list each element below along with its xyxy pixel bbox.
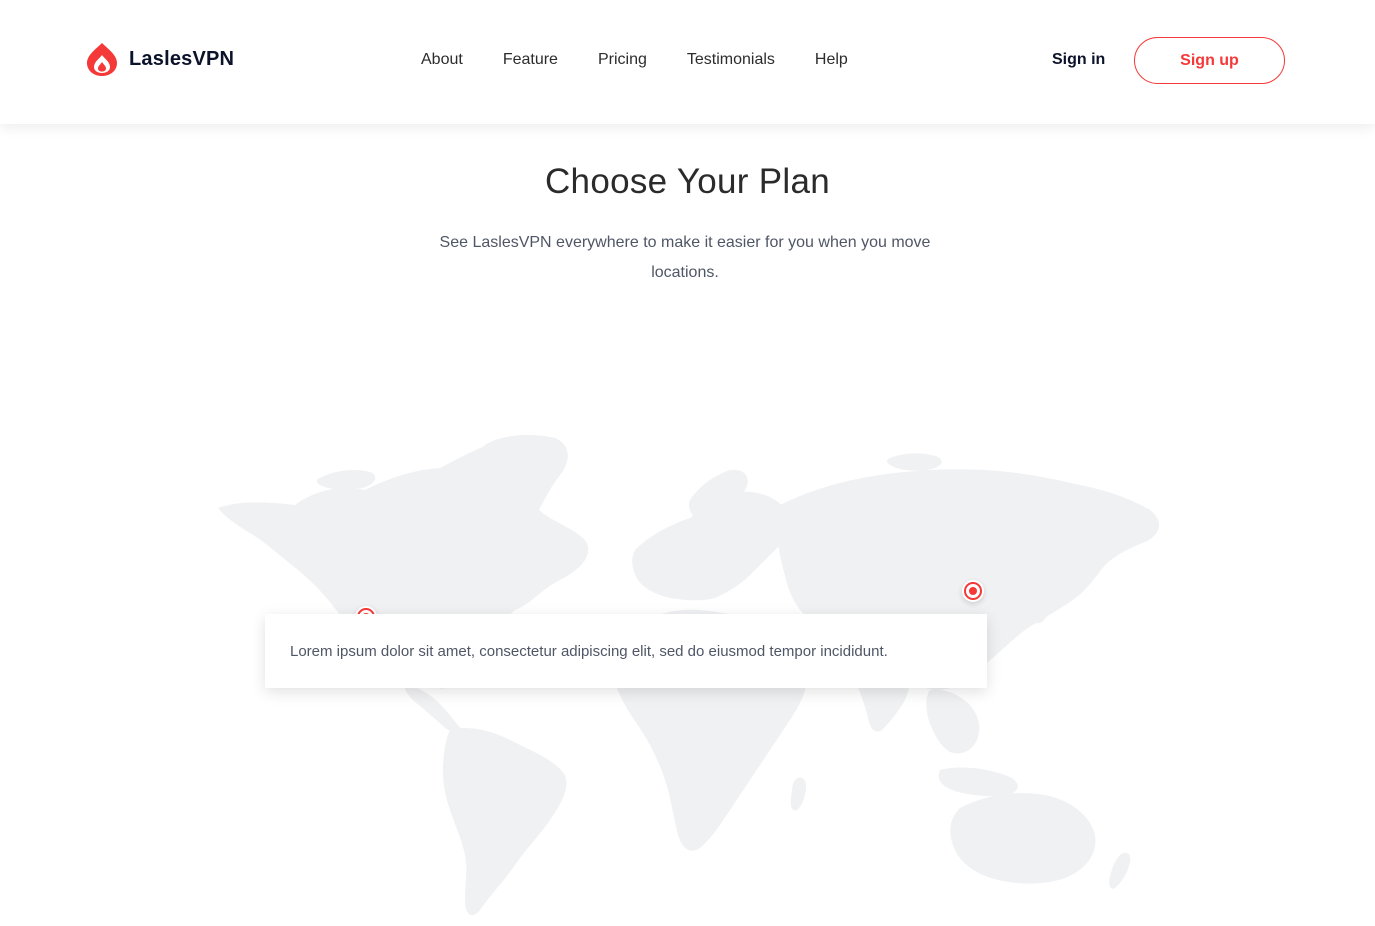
nav-about[interactable]: About bbox=[421, 50, 463, 70]
map-australia bbox=[950, 793, 1096, 884]
map-southeast-asia bbox=[926, 689, 980, 754]
location-pin-asia[interactable] bbox=[962, 580, 984, 602]
nav-help[interactable]: Help bbox=[815, 50, 848, 70]
section-title: Choose Your Plan bbox=[544, 162, 831, 201]
site-header: LaslesVPN About Feature Pricing Testimon… bbox=[0, 0, 1375, 124]
sign-in-link[interactable]: Sign in bbox=[1052, 50, 1105, 70]
location-pin-dot bbox=[969, 587, 977, 595]
sign-up-button[interactable]: Sign up bbox=[1134, 37, 1285, 84]
brand-logo[interactable]: LaslesVPN bbox=[84, 41, 234, 77]
map-indonesia bbox=[938, 767, 1018, 797]
brand-name-suffix: VPN bbox=[192, 47, 235, 70]
map-new-zealand bbox=[1109, 852, 1131, 889]
nav-testimonials[interactable]: Testimonials bbox=[687, 50, 775, 70]
location-tooltip: Lorem ipsum dolor sit amet, consectetur … bbox=[265, 614, 987, 688]
nav-feature[interactable]: Feature bbox=[503, 50, 558, 70]
map-arctic-islands bbox=[316, 470, 376, 490]
tooltip-text: Lorem ipsum dolor sit amet, consectetur … bbox=[290, 642, 888, 660]
main-nav: About Feature Pricing Testimonials Help bbox=[421, 50, 848, 70]
map-south-america bbox=[442, 728, 567, 916]
section-subtitle: See LaslesVPN everywhere to make it easi… bbox=[439, 234, 931, 281]
map-arctic-islands-2 bbox=[887, 453, 942, 471]
brand-name: LaslesVPN bbox=[129, 48, 234, 71]
nav-pricing[interactable]: Pricing bbox=[598, 50, 647, 70]
brand-name-prefix: Lasles bbox=[129, 47, 193, 70]
map-madagascar bbox=[790, 777, 806, 811]
location-pin-icon bbox=[964, 582, 982, 600]
flame-logo-icon bbox=[87, 43, 117, 76]
